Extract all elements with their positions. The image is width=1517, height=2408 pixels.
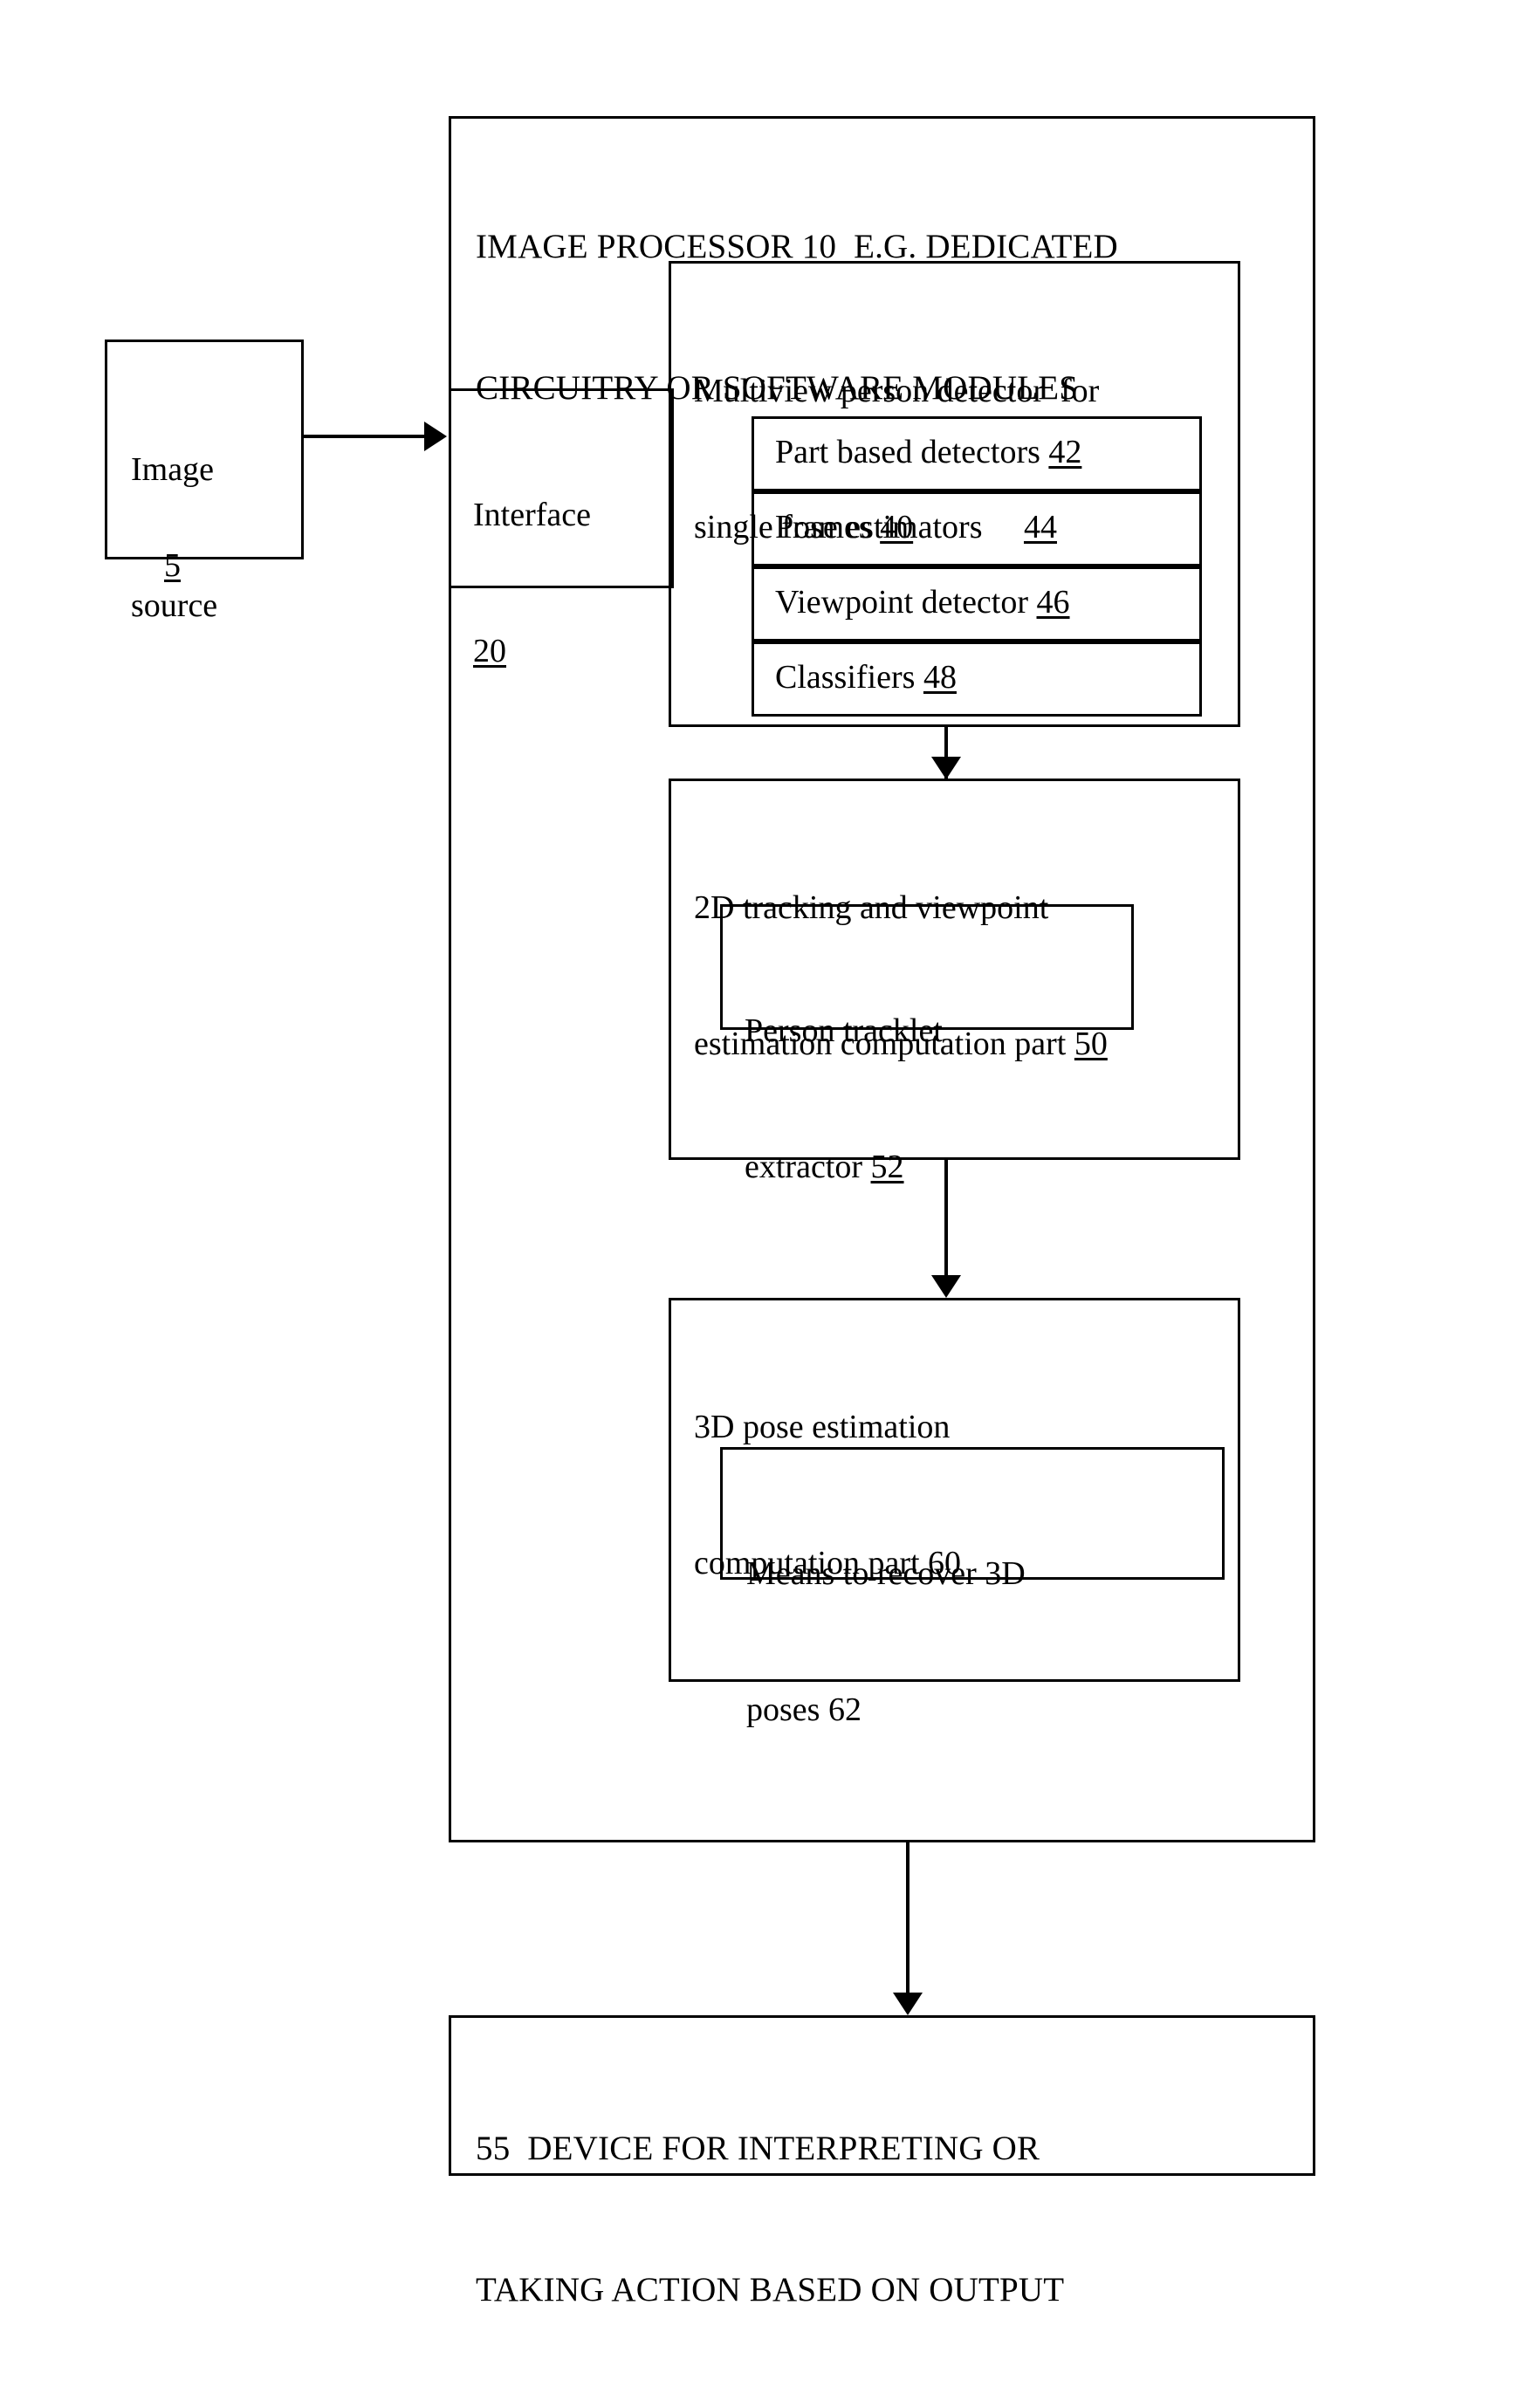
means-recover-3d-poses-label: Means to recover 3D poses 62 <box>746 1460 1226 1823</box>
person-tracklet-extractor-label: Person tracklet extractor 52 <box>745 917 1137 1280</box>
image-source-line1: Image <box>131 451 214 488</box>
part-based-detectors-label: Part based detectors 42 <box>775 429 1212 475</box>
person-tracklet-line2: extractor 52 <box>745 1144 1137 1190</box>
connector-source-to-interface <box>304 435 426 438</box>
classifiers-label: Classifiers 48 <box>775 655 1212 700</box>
pose-part-line1: 3D pose estimation <box>694 1409 951 1445</box>
viewpoint-detector-text: Viewpoint detector <box>775 584 1037 621</box>
viewpoint-detector-label: Viewpoint detector 46 <box>775 580 1212 625</box>
pose-estimators-text: Pose estimators <box>775 509 1024 545</box>
output-device-label: 55 DEVICE FOR INTERPRETING OR TAKING ACT… <box>476 2031 1314 2408</box>
interface-label-text: Interface <box>473 492 674 538</box>
person-tracklet-line2-text: extractor <box>745 1149 871 1185</box>
classifiers-text: Classifiers <box>775 659 923 696</box>
means-recover-line1: Means to recover 3D <box>746 1555 1026 1592</box>
connector-tracking-to-pose <box>944 1160 948 1293</box>
part-based-detectors-ref: 42 <box>1048 434 1082 470</box>
multiview-detector-line1: Multiview person detector for <box>694 373 1100 409</box>
interface-ref-line: 20 <box>473 628 674 674</box>
image-source-ref: 5 <box>131 497 181 634</box>
interface-ref-number: 20 <box>473 633 506 669</box>
arrowhead-tracking-to-pose <box>931 1275 961 1298</box>
viewpoint-detector-ref: 46 <box>1036 584 1070 621</box>
person-tracklet-ref: 52 <box>870 1149 904 1185</box>
pose-estimators-label: Pose estimators 44 <box>775 504 1212 550</box>
classifiers-ref: 48 <box>923 659 957 696</box>
diagram-canvas: IMAGE PROCESSOR 10 E.G. DEDICATED CIRCUI… <box>0 0 1517 2309</box>
arrowhead-source-to-interface <box>424 422 447 451</box>
output-device-line2: TAKING ACTION BASED ON OUTPUT <box>476 2271 1065 2309</box>
arrowhead-processor-to-output <box>893 1993 923 2015</box>
part-based-detectors-text: Part based detectors <box>775 434 1049 470</box>
person-tracklet-line1: Person tracklet <box>745 1012 943 1049</box>
connector-processor-to-output <box>906 1842 910 1993</box>
means-recover-line2: poses 62 <box>746 1691 861 1728</box>
interface-label: Interface 20 <box>473 401 674 765</box>
output-device-line1: 55 DEVICE FOR INTERPRETING OR <box>476 2130 1040 2167</box>
image-source-ref-number: 5 <box>164 547 181 584</box>
interface-name: Interface <box>473 497 591 533</box>
arrowhead-detector-to-tracking <box>931 757 961 779</box>
pose-estimators-ref: 44 <box>1023 509 1057 545</box>
